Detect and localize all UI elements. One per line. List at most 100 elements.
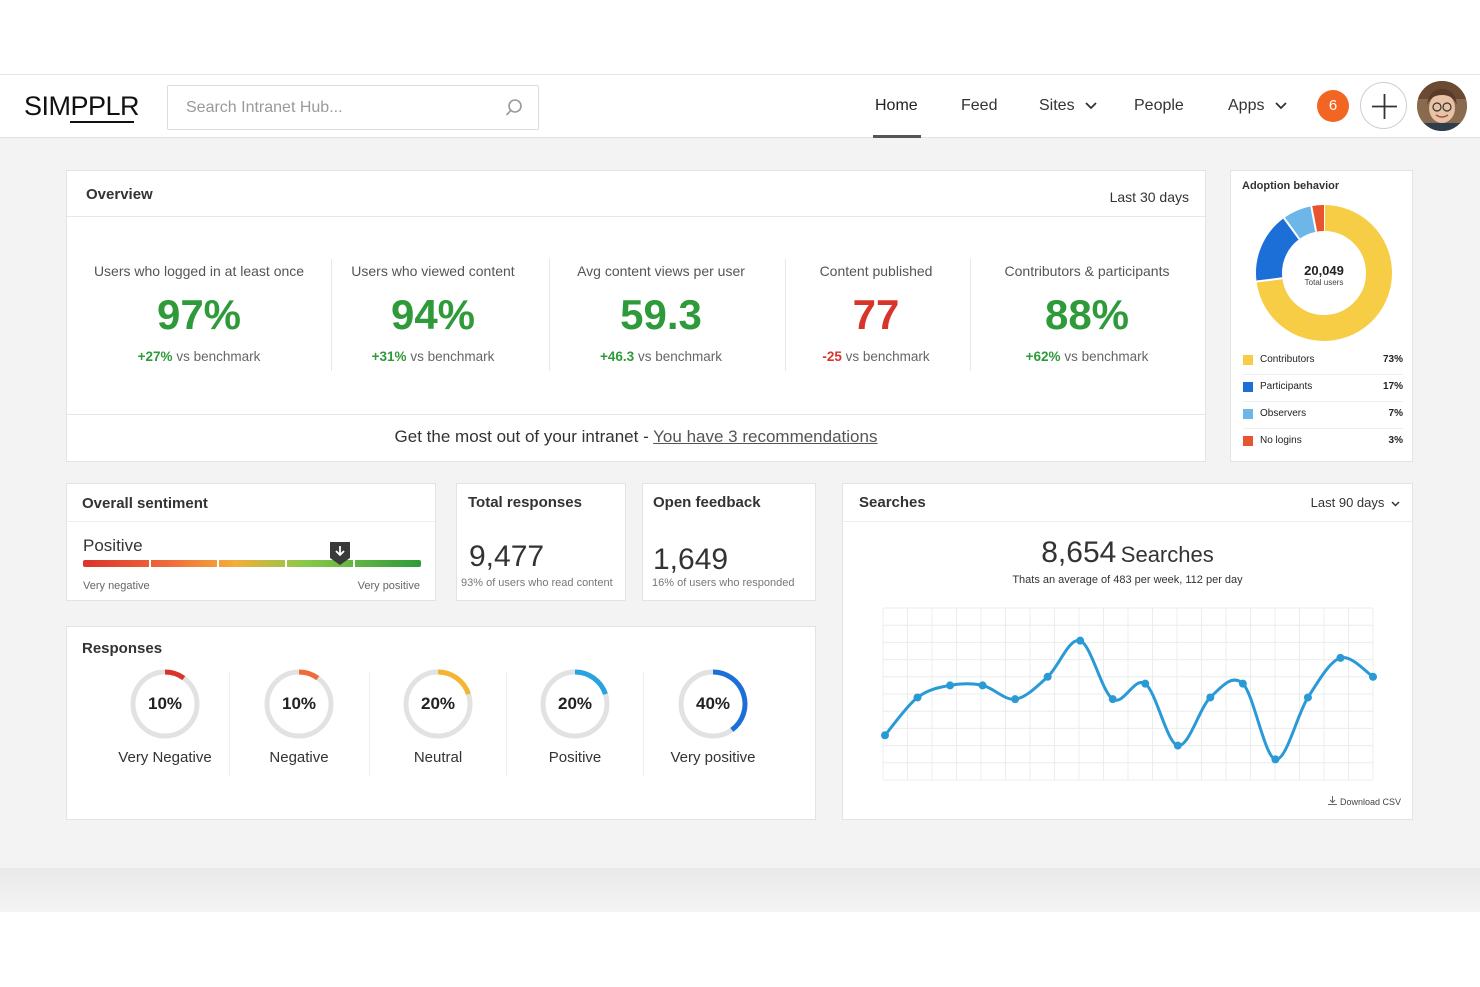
legend-participants: Participants 17% — [1243, 375, 1403, 402]
response-label: Very positive — [670, 749, 756, 766]
adoption-title: Adoption behavior — [1242, 180, 1340, 192]
legend-name: Contributors — [1260, 354, 1315, 365]
nav-apps[interactable]: Apps — [1228, 97, 1287, 115]
nav-sites-label: Sites — [1039, 97, 1075, 114]
nav-people[interactable]: People — [1134, 97, 1184, 115]
data-point[interactable] — [1238, 679, 1247, 688]
searches-range-dropdown[interactable]: Last 90 days — [1311, 495, 1400, 510]
data-point[interactable] — [1141, 679, 1150, 688]
plus-icon — [1372, 94, 1397, 119]
nav-sites[interactable]: Sites — [1039, 97, 1097, 115]
response-pct: 20% — [420, 694, 456, 713]
response-label: Very Negative — [118, 749, 212, 766]
response-pct: 10% — [147, 694, 183, 713]
adoption-total-label: Total users — [1304, 278, 1344, 287]
data-point[interactable] — [1369, 672, 1377, 681]
response-pct: 40% — [695, 694, 731, 713]
search-icon[interactable] — [504, 98, 524, 118]
metric-value: 94% — [390, 291, 476, 338]
metric-compare: +62% vs benchmark — [1025, 349, 1149, 364]
data-point[interactable] — [1043, 672, 1052, 681]
search-input[interactable] — [168, 86, 488, 129]
data-point[interactable] — [1303, 693, 1312, 702]
search-box — [167, 85, 539, 130]
add-button[interactable] — [1360, 82, 1407, 129]
legend-no-logins: No logins 3% — [1243, 429, 1403, 456]
data-point[interactable] — [1108, 695, 1117, 704]
sentiment-max-label: Very positive — [357, 580, 420, 592]
metric-value: 88% — [1044, 291, 1130, 338]
data-point[interactable] — [946, 681, 955, 690]
top-header: SIMPPLR Home Feed Sites People Apps 6 — [0, 75, 1480, 138]
searches-summary: 8,654 Searches — [843, 536, 1412, 570]
response-item-negative: 10% Negative — [234, 667, 364, 766]
app-frame: SIMPPLR Home Feed Sites People Apps 6 — [0, 74, 1480, 912]
nav-home[interactable]: Home — [875, 97, 918, 115]
metric-value: 97% — [156, 291, 242, 338]
donut-slice-no-logins — [1311, 205, 1325, 232]
metric-contributors: Contributors & participants 88% +62% vs … — [987, 263, 1187, 364]
data-point[interactable] — [1206, 693, 1215, 702]
overview-title: Overview — [86, 186, 153, 203]
data-point[interactable] — [1336, 653, 1345, 662]
chevron-down-icon — [1391, 501, 1400, 507]
nav-feed[interactable]: Feed — [961, 97, 997, 115]
overview-card: Overview Last 30 days Users who logged i… — [66, 170, 1206, 462]
legend-name: No logins — [1260, 435, 1302, 446]
nav-active-indicator — [873, 135, 921, 138]
data-point[interactable] — [1173, 741, 1182, 750]
divider — [67, 521, 435, 522]
adoption-card: Adoption behavior 20,049 Total users Con… — [1230, 170, 1413, 462]
legend-swatch — [1243, 382, 1253, 392]
notification-badge[interactable]: 6 — [1317, 90, 1349, 122]
nav-apps-label: Apps — [1228, 97, 1265, 114]
download-csv-link[interactable]: Download CSV — [1328, 796, 1401, 807]
legend-pct: 17% — [1382, 381, 1403, 392]
divider — [843, 521, 1412, 522]
data-point[interactable] — [978, 681, 987, 690]
user-avatar[interactable] — [1417, 81, 1467, 131]
response-item-positive: 20% Positive — [510, 667, 640, 766]
legend-name: Participants — [1260, 381, 1313, 392]
metric-value: 77 — [852, 291, 900, 338]
legend-pct: 7% — [1388, 408, 1403, 419]
response-pct: 10% — [281, 694, 317, 713]
legend-contributors: Contributors 73% — [1243, 348, 1403, 375]
overview-range[interactable]: Last 30 days — [1110, 189, 1189, 205]
response-label: Neutral — [413, 749, 463, 766]
metric-value: 59.3 — [620, 291, 702, 338]
divider — [369, 672, 370, 776]
searches-range-label: Last 90 days — [1310, 495, 1385, 510]
metric-label: Content published — [819, 263, 933, 279]
donut-slice-observers — [1284, 206, 1317, 240]
sentiment-min-label: Very negative — [83, 580, 150, 592]
metric-label: Avg content views per user — [577, 263, 745, 279]
data-point[interactable] — [913, 693, 922, 702]
metric-compare: +46.3 vs benchmark — [600, 349, 722, 364]
data-point[interactable] — [1011, 695, 1020, 704]
metric-compare: +27% vs benchmark — [137, 349, 261, 364]
recommendations-link[interactable]: You have 3 recommendations — [653, 427, 877, 446]
frame-shadow — [0, 868, 1480, 912]
response-ring: 20% — [401, 667, 475, 741]
metric-label: Users who logged in at least once — [93, 263, 305, 279]
logo[interactable]: SIMPPLR — [24, 91, 140, 122]
responses-title: Responses — [82, 640, 163, 657]
searches-count: 8,654 — [1041, 536, 1117, 569]
recommendations-bar: Get the most out of your intranet - You … — [67, 414, 1205, 462]
data-point[interactable] — [1271, 755, 1280, 764]
logo-underline — [70, 121, 134, 123]
sentiment-card: Overall sentiment Positive Very negative… — [66, 483, 436, 601]
data-point[interactable] — [1076, 636, 1085, 645]
overview-header: Overview Last 30 days — [67, 171, 1205, 217]
legend-observers: Observers 7% — [1243, 402, 1403, 429]
response-ring: 20% — [538, 667, 612, 741]
responses-card: Responses 10% Very Negative 10% Negative 20%… — [66, 626, 816, 820]
sentiment-marker-icon — [329, 542, 350, 565]
data-point[interactable] — [881, 731, 889, 740]
response-label: Positive — [548, 749, 602, 766]
searches-count-label: Searches — [1120, 542, 1214, 567]
searches-sub: Thats an average of 483 per week, 112 pe… — [1012, 574, 1243, 586]
metric-label: Users who viewed content — [351, 263, 515, 279]
divider — [970, 259, 971, 371]
